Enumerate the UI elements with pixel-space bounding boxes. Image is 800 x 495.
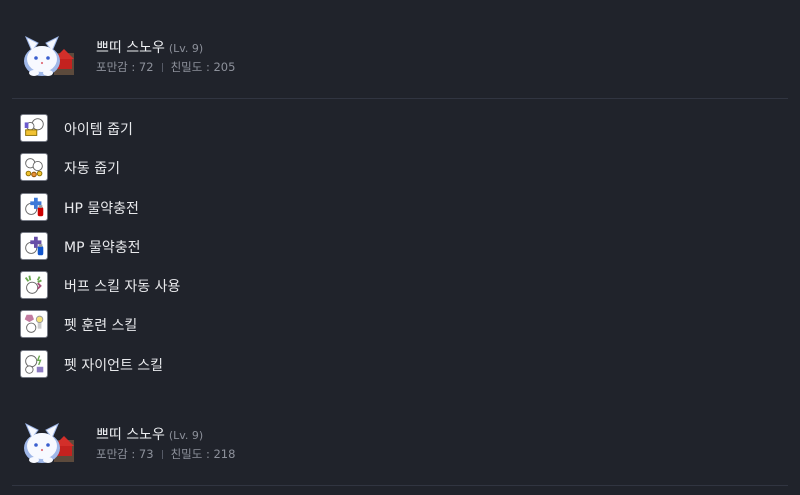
snow-cat-pet-avatar xyxy=(18,418,76,468)
mp-potion-charge-icon xyxy=(20,231,48,260)
pet-name: 쁘띠 스노우 xyxy=(96,40,165,56)
pet-name: 쁘띠 스노우 xyxy=(96,427,165,443)
skill-row-hp-charge: HP 물약충전 xyxy=(0,187,800,226)
pet-level: (Lv. 9) xyxy=(168,42,204,55)
pet-fullness: 포만감 : 72 xyxy=(96,60,154,74)
stat-separator xyxy=(161,63,163,72)
pet-training-icon xyxy=(20,310,48,339)
skill-row-auto-pickup: 자동 줍기 xyxy=(0,147,800,186)
item-pickup-icon xyxy=(20,114,48,142)
skill-label: HP 물약충전 xyxy=(64,200,139,217)
pet-name-line: 쁘띠 스노우 (Lv. 9) xyxy=(96,424,203,444)
hp-potion-charge-icon xyxy=(20,192,48,221)
pet-fullness: 포만감 : 73 xyxy=(96,447,154,461)
skill-label: 버프 스킬 자동 사용 xyxy=(64,279,181,296)
section-divider xyxy=(12,98,788,99)
skill-label: 펫 자이언트 스킬 xyxy=(64,357,164,374)
skill-row-item-pickup: 아이템 줍기 xyxy=(0,108,800,147)
skill-label: 자동 줍기 xyxy=(64,161,120,178)
skill-row-auto-buff: 버프 스킬 자동 사용 xyxy=(0,265,800,304)
stat-separator xyxy=(161,450,163,459)
skill-row-pet-giant: 펫 자이언트 스킬 xyxy=(0,344,800,383)
skill-label: 아이템 줍기 xyxy=(64,122,133,138)
pet-header: 쁘띠 스노우 (Lv. 9) 포만감 : 72 친밀도 : 205 xyxy=(0,23,800,93)
pet-level: (Lv. 9) xyxy=(168,429,204,442)
skill-row-mp-charge: MP 물약충전 xyxy=(0,226,800,265)
pet-stats: 포만감 : 73 친밀도 : 218 xyxy=(96,446,235,462)
section-divider xyxy=(12,485,788,486)
pet-intimacy: 친밀도 : 218 xyxy=(170,447,236,461)
snow-cat-pet-avatar xyxy=(18,31,76,81)
pet-skill-list: 아이템 줍기 자동 줍기 HP 물약충전 MP 물약충전 버프 스킬 자동 사용… xyxy=(0,108,800,383)
skill-row-pet-training: 펫 훈련 스킬 xyxy=(0,304,800,343)
pet-giant-icon xyxy=(20,349,48,378)
auto-pickup-icon xyxy=(20,153,48,182)
pet-header: 쁘띠 스노우 (Lv. 9) 포만감 : 73 친밀도 : 218 xyxy=(0,410,800,480)
skill-label: 펫 훈련 스킬 xyxy=(64,318,138,335)
pet-stats: 포만감 : 72 친밀도 : 205 xyxy=(96,59,235,75)
pet-name-line: 쁘띠 스노우 (Lv. 9) xyxy=(96,37,203,57)
auto-buff-icon xyxy=(20,271,48,300)
pet-intimacy: 친밀도 : 205 xyxy=(170,60,236,74)
skill-label: MP 물약충전 xyxy=(64,239,141,256)
